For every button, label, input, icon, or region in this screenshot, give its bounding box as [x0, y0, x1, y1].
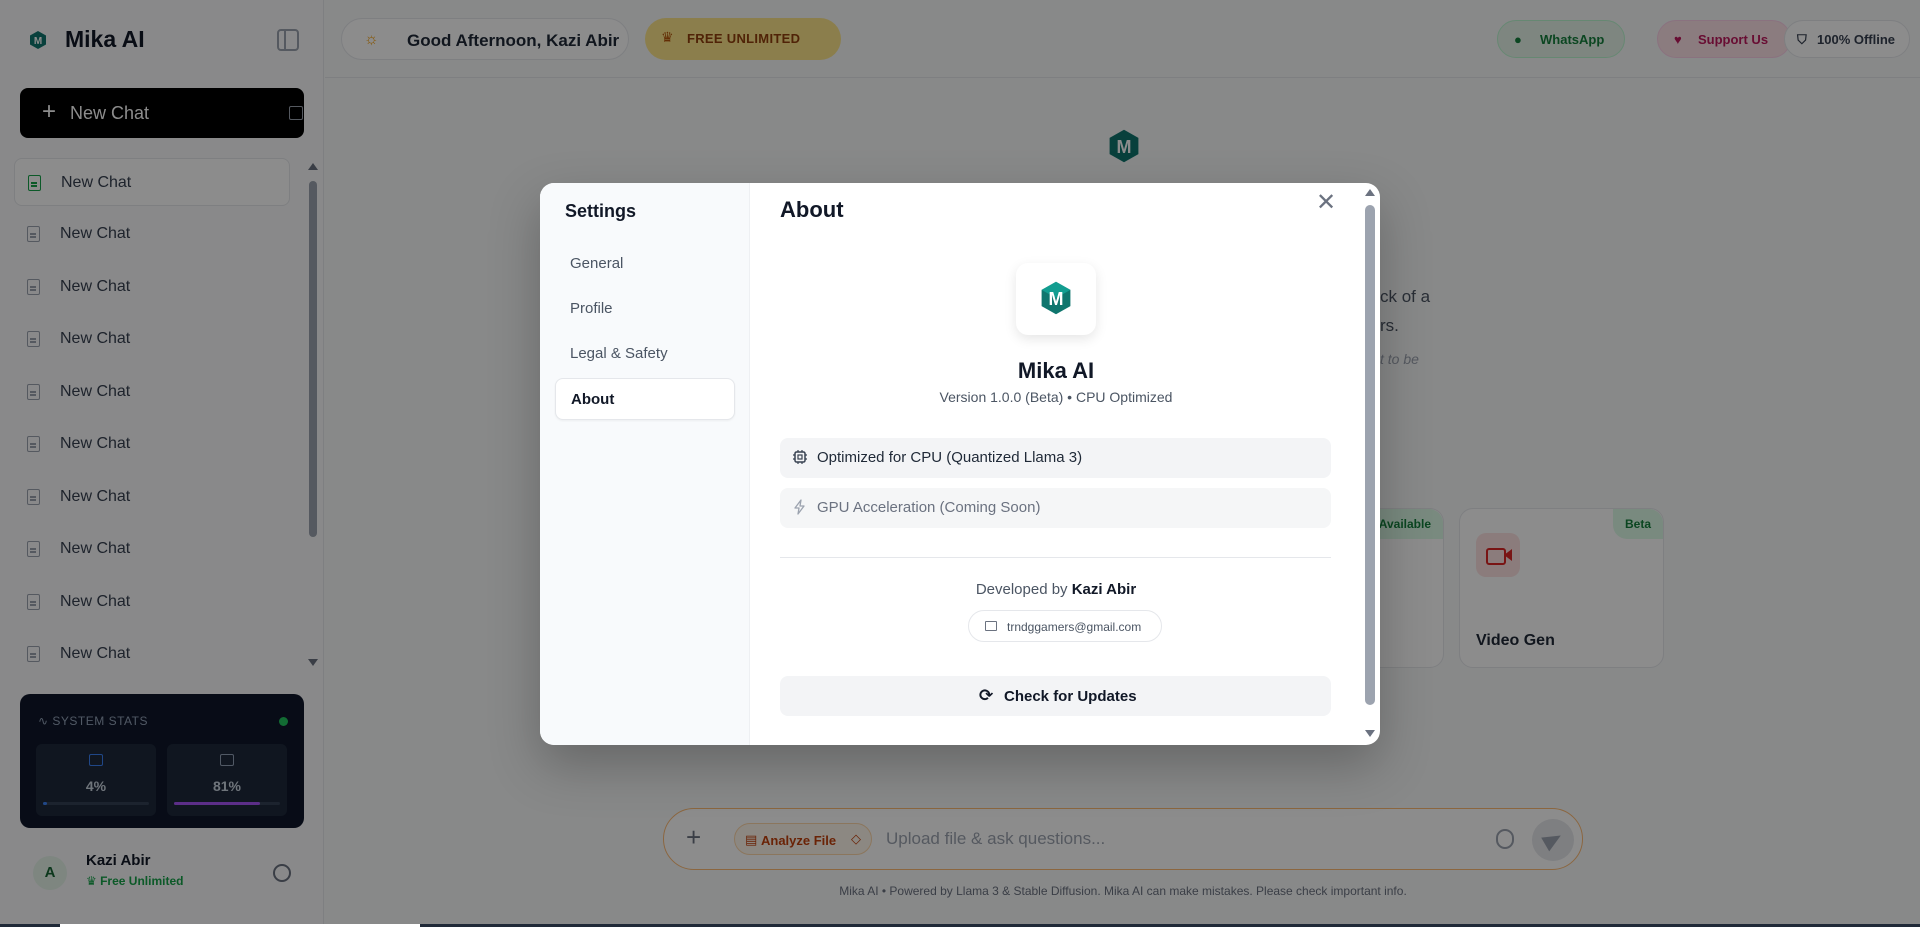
panel-title: About — [780, 197, 844, 222]
mail-icon — [985, 621, 997, 631]
cpu-icon — [793, 450, 807, 464]
close-icon[interactable]: ✕ — [1316, 191, 1336, 215]
about-panel: About ✕ M Mika AI Version 1.0.0 (Beta) •… — [750, 183, 1380, 745]
developer-credit: Developed by Kazi Abir — [750, 581, 1362, 598]
tab-label: General — [570, 255, 624, 272]
scroll-down-icon[interactable] — [1365, 730, 1375, 737]
app-version: Version 1.0.0 (Beta) • CPU Optimized — [939, 389, 1173, 405]
feature-label: GPU Acceleration (Coming Soon) — [817, 499, 1041, 516]
developer-name: Kazi Abir — [1071, 581, 1137, 598]
tab-about[interactable]: About — [555, 378, 735, 420]
settings-modal: Settings General Profile Legal & Safety … — [540, 183, 1380, 745]
feature-label: Optimized for CPU (Quantized Llama 3) — [817, 449, 1083, 466]
app-name: Mika AI — [1017, 358, 1095, 383]
developed-by-text: Developed by — [975, 581, 1068, 598]
check-updates-button[interactable]: ⟳ Check for Updates — [780, 676, 1331, 716]
email-address: trndggamers@gmail.com — [1007, 620, 1142, 634]
tab-profile[interactable]: Profile — [555, 288, 735, 330]
mika-logo-icon: M — [1041, 281, 1071, 315]
scroll-up-icon[interactable] — [1365, 189, 1375, 196]
scrollbar-thumb[interactable] — [1365, 205, 1375, 705]
tab-general[interactable]: General — [555, 243, 735, 285]
email-chip[interactable]: trndggamers@gmail.com — [968, 610, 1162, 642]
svg-text:M: M — [1049, 289, 1064, 309]
divider — [780, 557, 1331, 558]
settings-title: Settings — [565, 201, 637, 221]
refresh-icon: ⟳ — [979, 686, 994, 705]
tab-label: Profile — [570, 300, 613, 317]
settings-nav: Settings General Profile Legal & Safety … — [540, 183, 750, 745]
lightning-icon — [794, 499, 805, 515]
tab-label: About — [571, 391, 615, 408]
feature-cpu: Optimized for CPU (Quantized Llama 3) — [780, 438, 1331, 478]
tab-label: Legal & Safety — [570, 345, 668, 362]
feature-gpu: GPU Acceleration (Coming Soon) — [780, 488, 1331, 528]
app-logo-card: M — [1016, 263, 1096, 335]
tab-legal-safety[interactable]: Legal & Safety — [555, 333, 735, 375]
modal-scrollbar[interactable] — [1364, 189, 1376, 739]
check-updates-label: Check for Updates — [1004, 688, 1137, 705]
